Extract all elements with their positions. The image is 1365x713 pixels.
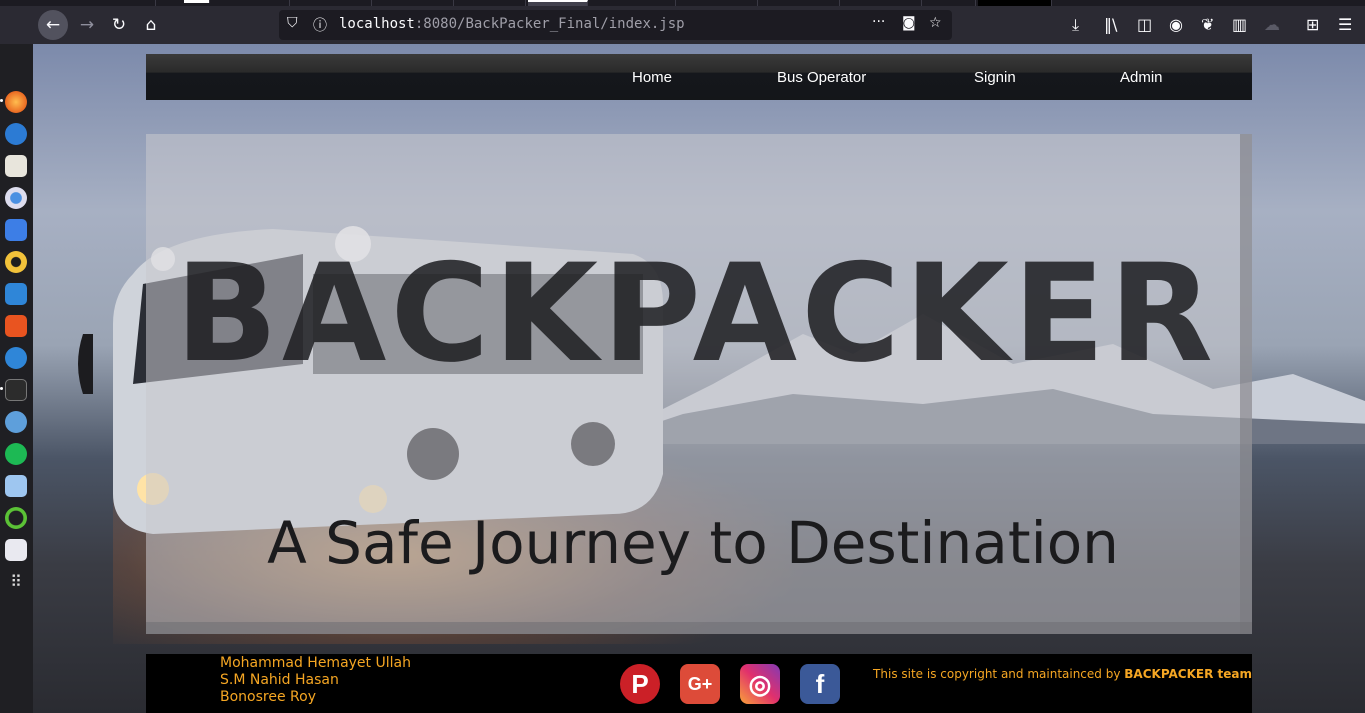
running-indicator <box>0 99 3 102</box>
url-port: :8080 <box>414 16 458 32</box>
team-member: Bonosree Roy <box>220 689 316 705</box>
thunderbird-icon[interactable] <box>5 123 27 145</box>
copyright-team: BACKPACKER team <box>1124 667 1252 681</box>
running-indicator <box>0 387 3 390</box>
url-bar[interactable]: ⛉ ⓘ localhost:8080/BackPacker_Final/inde… <box>279 10 952 40</box>
extensions-puzzle-icon[interactable]: ⊞ <box>1306 17 1319 33</box>
nav-home[interactable]: Home <box>632 69 672 86</box>
horizontal-scrollbar[interactable] <box>146 622 1252 634</box>
library-icon[interactable]: ‖\ <box>1104 17 1117 33</box>
site-footer: Mohammad Hemayet Ullah S.M Nahid Hasan B… <box>146 654 1252 713</box>
team-member: Mohammad Hemayet Ullah <box>220 655 411 671</box>
extension-icon[interactable]: ❦ <box>1201 17 1214 33</box>
sidebar-icon[interactable]: ◫ <box>1137 17 1152 33</box>
firefox-icon[interactable] <box>5 91 27 113</box>
more-actions-icon[interactable]: ··· <box>872 14 885 30</box>
url-host: localhost <box>339 16 415 32</box>
browser-toolbar: ← → ↻ ⌂ ⛉ ⓘ localhost:8080/BackPacker_Fi… <box>0 6 1365 44</box>
nav-admin[interactable]: Admin <box>1120 69 1163 86</box>
screenshot-icon[interactable] <box>5 219 27 241</box>
software-center-icon[interactable] <box>5 315 27 337</box>
terminal-icon[interactable] <box>5 379 27 401</box>
pocket-icon[interactable]: ◙ <box>902 15 916 31</box>
team-member: S.M Nahid Hasan <box>220 672 339 688</box>
app-grid-icon[interactable]: ⠿ <box>5 571 27 593</box>
arrow-left-icon: ← <box>45 15 61 35</box>
copyright-prefix: This site is copyright and maintainced b… <box>873 667 1121 681</box>
hero-panel[interactable]: BACKPACKER A Safe Journey to Destination <box>146 134 1252 634</box>
home-button[interactable]: ⌂ <box>136 10 166 40</box>
nav-bus-operator[interactable]: Bus Operator <box>777 69 866 86</box>
copyright-text: This site is copyright and maintainced b… <box>873 667 1252 681</box>
instagram-icon[interactable]: ◎ <box>740 664 780 704</box>
page-viewport: Home Bus Operator Signin Admin BACKPACKE… <box>33 44 1365 713</box>
reload-button[interactable]: ↻ <box>104 10 134 40</box>
url-text[interactable]: localhost:8080/BackPacker_Final/index.js… <box>339 16 685 32</box>
shield-icon[interactable]: ⛉ <box>287 15 298 31</box>
vertical-scrollbar[interactable] <box>1240 134 1252 634</box>
url-path: /BackPacker_Final/index.jsp <box>457 16 685 32</box>
spotify-icon[interactable] <box>5 443 27 465</box>
site-tagline: A Safe Journey to Destination <box>267 509 1119 577</box>
menu-icon[interactable]: ☰ <box>1338 17 1352 33</box>
info-icon[interactable]: ⓘ <box>313 15 327 35</box>
text-editor-icon[interactable] <box>5 539 27 561</box>
back-button[interactable]: ← <box>38 10 68 40</box>
browser-tab[interactable] <box>184 0 210 3</box>
reload-icon: ↻ <box>111 15 127 35</box>
extension-grid-icon[interactable]: ▥ <box>1232 17 1247 33</box>
site-title: BACKPACKER <box>175 235 1217 392</box>
virtualbox-icon[interactable] <box>5 475 27 497</box>
arrow-right-icon: → <box>79 15 95 35</box>
facebook-icon[interactable]: f <box>800 664 840 704</box>
os-dock: ⠿ <box>0 44 33 713</box>
files-icon[interactable] <box>5 155 27 177</box>
pinterest-icon[interactable]: P <box>620 664 660 704</box>
sync-icon[interactable] <box>5 507 27 529</box>
download-icon[interactable]: ⤓ <box>1072 17 1079 33</box>
extension-disabled-icon[interactable]: ☁ <box>1264 17 1280 33</box>
home-icon: ⌂ <box>145 15 157 35</box>
chromium-icon[interactable] <box>5 187 27 209</box>
account-icon[interactable]: ◉ <box>1169 17 1183 33</box>
gimp-icon[interactable] <box>5 411 27 433</box>
rhythmbox-icon[interactable] <box>5 251 27 273</box>
site-navbar: Home Bus Operator Signin Admin <box>146 54 1252 100</box>
help-icon[interactable] <box>5 347 27 369</box>
bookmark-star-icon[interactable]: ☆ <box>929 15 942 31</box>
forward-button[interactable]: → <box>72 10 102 40</box>
nav-signin[interactable]: Signin <box>974 69 1016 86</box>
google-plus-icon[interactable]: G+ <box>680 664 720 704</box>
team-names: Mohammad Hemayet Ullah S.M Nahid Hasan B… <box>220 655 411 706</box>
writer-icon[interactable] <box>5 283 27 305</box>
